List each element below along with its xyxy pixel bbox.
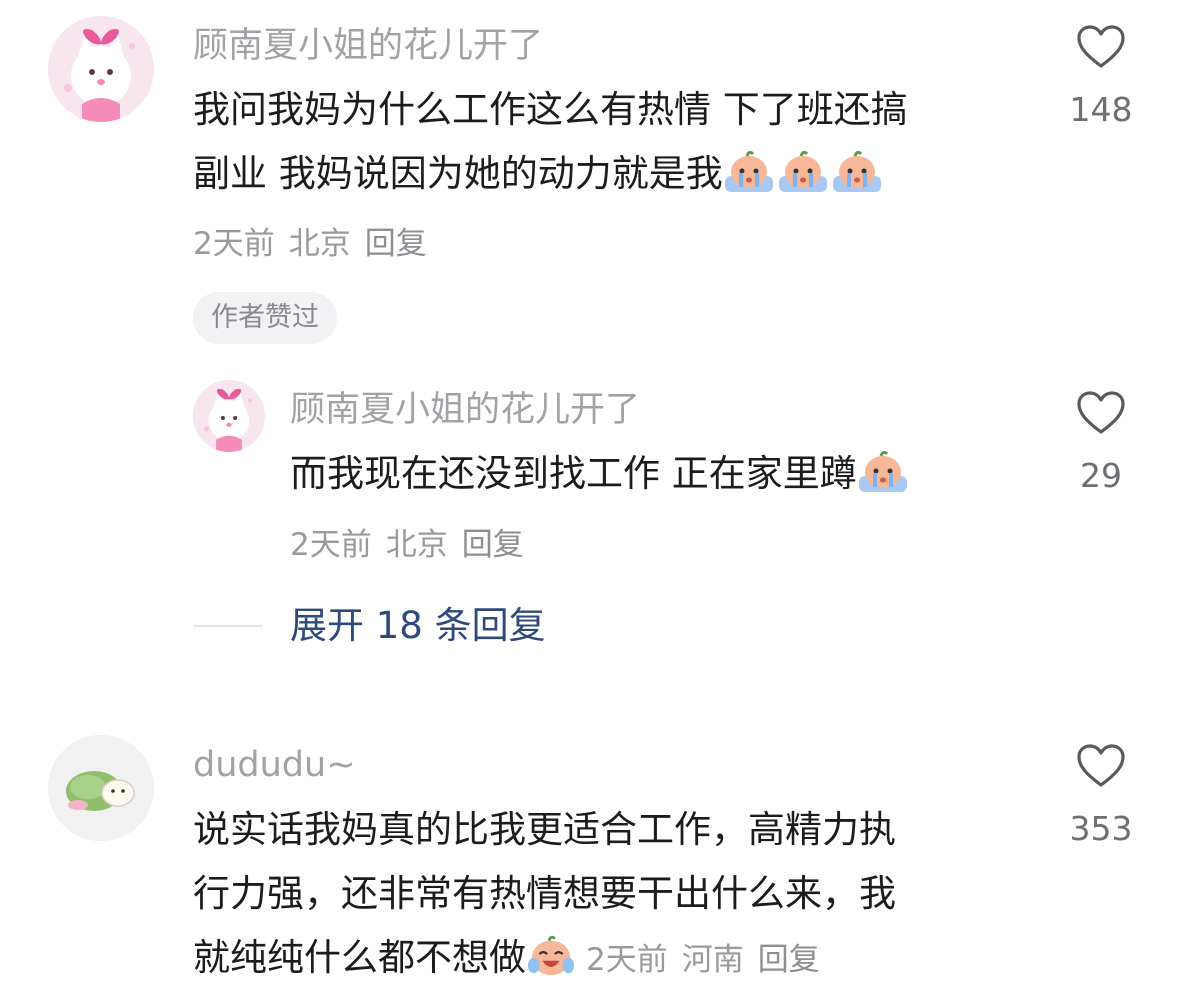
- avatar[interactable]: [48, 735, 154, 841]
- comment-text: 说实话我妈真的比我更适合工作，高精力执 行力强，还非常有热情想要干出什么来，我 …: [193, 798, 896, 983]
- like-count: 353: [1069, 809, 1133, 848]
- comment-meta: 2天前 河南 回复: [586, 942, 820, 978]
- laugh-cry-peach-emoji-icon: [527, 935, 575, 976]
- comment-meta: 2天前 北京 回复: [290, 525, 524, 565]
- like-button[interactable]: 148: [1041, 24, 1161, 132]
- comment-username[interactable]: dududu~: [193, 743, 356, 787]
- heart-icon[interactable]: [1076, 24, 1126, 70]
- author-liked-badge: 作者赞过: [193, 292, 337, 344]
- crying-peach-emoji-icon: [724, 150, 773, 192]
- like-count: 148: [1069, 90, 1133, 129]
- comment-text-line: 就纯纯什么都不想做 2天前 河南 回复: [193, 935, 820, 979]
- crying-peach-emoji-icon: [778, 150, 827, 192]
- avatar[interactable]: [193, 380, 265, 452]
- expand-divider: [193, 625, 263, 627]
- comment-location: 河南: [681, 942, 744, 978]
- comment-text-line: 而我现在还没到找工作 正在家里蹲: [290, 442, 911, 506]
- comment-text: 而我现在还没到找工作 正在家里蹲: [290, 442, 911, 506]
- like-button[interactable]: 29: [1041, 390, 1161, 498]
- green-blanket-hamster-avatar-icon: [48, 735, 154, 841]
- like-button[interactable]: 353: [1041, 743, 1161, 851]
- comment-location: 北京: [385, 527, 448, 563]
- like-count: 29: [1080, 456, 1122, 495]
- comment-text-line: 说实话我妈真的比我更适合工作，高精力执: [193, 808, 896, 851]
- comment-list: 顾南夏小姐的花儿开了 我问我妈为什么工作这么有热情 下了班还搞 副业 我妈说因为…: [0, 0, 1179, 983]
- comment-location: 北京: [288, 226, 351, 262]
- comment-meta: 2天前 北京 回复: [193, 224, 427, 264]
- comment-username[interactable]: 顾南夏小姐的花儿开了: [290, 388, 640, 432]
- comment-text-line: 副业 我妈说因为她的动力就是我: [193, 142, 908, 206]
- comment-text-line: 行力强，还非常有热情想要干出什么来，我: [193, 872, 896, 915]
- avatar[interactable]: [48, 16, 154, 122]
- reply-button[interactable]: 回复: [365, 226, 427, 262]
- pink-cat-avatar-icon: [48, 16, 154, 122]
- comment-text: 我问我妈为什么工作这么有热情 下了班还搞 副业 我妈说因为她的动力就是我: [193, 78, 908, 206]
- reply-button[interactable]: 回复: [758, 942, 820, 978]
- comment-time: 2天前: [586, 942, 668, 978]
- comment-time: 2天前: [290, 527, 372, 563]
- crying-peach-emoji-icon: [858, 450, 907, 492]
- reply-button[interactable]: 回复: [462, 527, 524, 563]
- crying-peach-emoji-icon: [832, 150, 881, 192]
- heart-icon[interactable]: [1076, 743, 1126, 789]
- heart-icon[interactable]: [1076, 390, 1126, 436]
- pink-cat-avatar-icon: [193, 380, 265, 452]
- comment-text-line: 我问我妈为什么工作这么有热情 下了班还搞: [193, 88, 908, 131]
- comment-username[interactable]: 顾南夏小姐的花儿开了: [193, 24, 543, 68]
- comment-time: 2天前: [193, 226, 275, 262]
- expand-replies-button[interactable]: 展开 18 条回复: [290, 602, 546, 650]
